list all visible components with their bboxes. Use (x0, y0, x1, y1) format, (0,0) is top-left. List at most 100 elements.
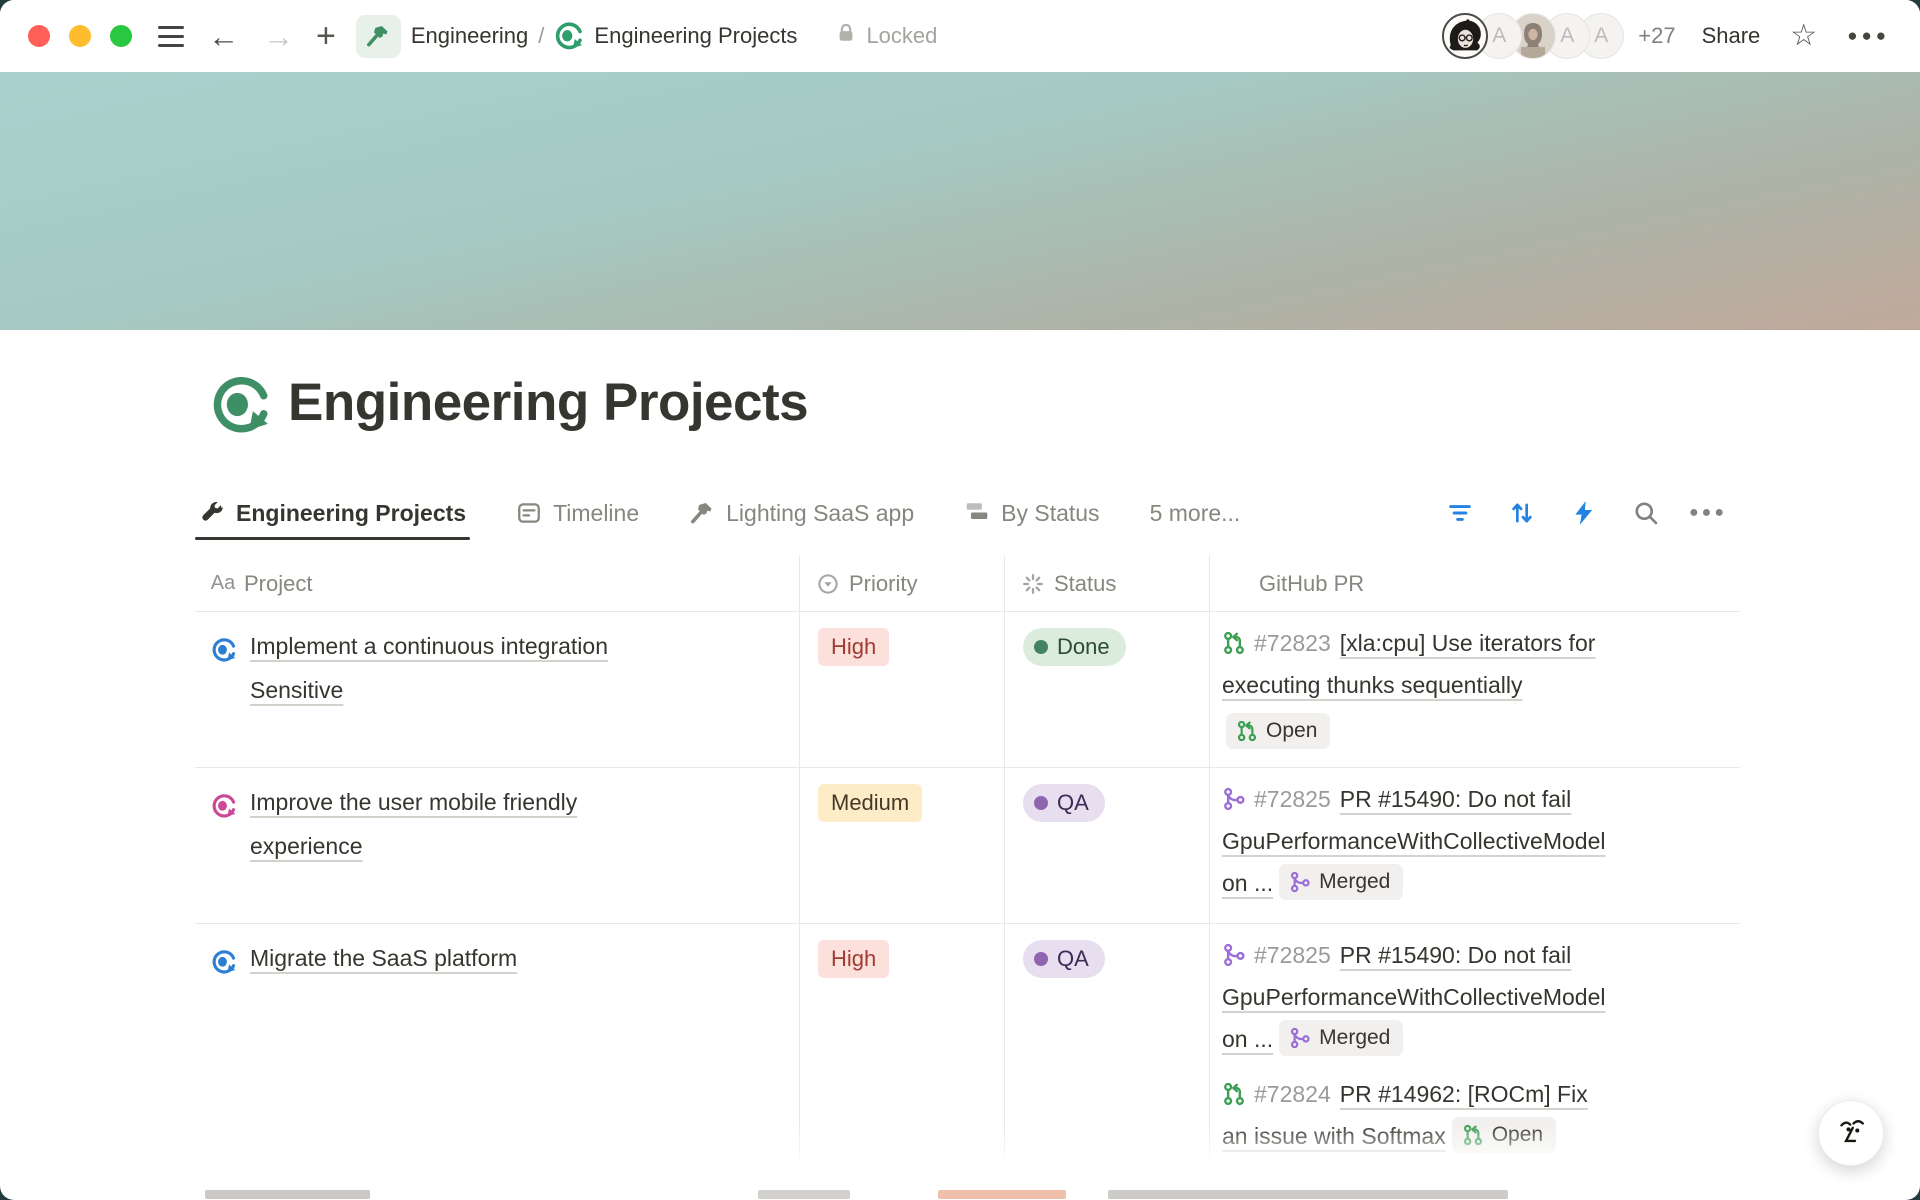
column-header-github-pr[interactable]: GitHub PR (1210, 556, 1740, 611)
minimize-window-button[interactable] (69, 25, 91, 47)
timeline-icon (516, 500, 542, 526)
pull-request-open-icon (1236, 720, 1258, 742)
priority-tag-high: High (818, 940, 889, 978)
breadcrumb-separator: / (538, 23, 544, 49)
back-arrow-icon[interactable]: ← (208, 21, 239, 52)
pr-state-label: Merged (1319, 1023, 1390, 1052)
bottom-fade-overlay (0, 1124, 1920, 1186)
pull-request-merged-icon (1222, 782, 1246, 806)
locked-indicator[interactable]: Locked (835, 21, 937, 51)
pull-request-merged-icon (1289, 1027, 1311, 1049)
code-icon (1226, 572, 1250, 596)
table-header-row: Aa Project PriorityStatus GitHub PR (195, 556, 1740, 612)
status-pill-qa: QA (1023, 940, 1105, 978)
project-cell: Implement a continuous integrationSensit… (195, 612, 800, 767)
pull-request-open-icon (1222, 1077, 1246, 1101)
tab-by-status[interactable]: By Status (960, 486, 1103, 540)
hammer-icon (689, 500, 715, 526)
priority-cell[interactable]: High (800, 612, 1005, 767)
share-button[interactable]: Share (1702, 23, 1761, 49)
close-window-button[interactable] (28, 25, 50, 47)
table-row: Implement a continuous integrationSensit… (195, 612, 1740, 768)
pr-state-label: Open (1266, 716, 1317, 745)
hammer-icon[interactable] (356, 15, 401, 58)
target-arrow-icon (211, 945, 237, 971)
projects-table: Aa Project PriorityStatus GitHub PR Impleme… (195, 556, 1740, 1186)
wrench-icon (199, 500, 225, 526)
forward-arrow-icon: → (263, 21, 294, 52)
tab-label: Lighting SaaS app (726, 500, 914, 527)
tab-lighting-saas-app[interactable]: Lighting SaaS app (685, 486, 918, 540)
text-property-icon: Aa (211, 572, 235, 596)
pr-state-badge[interactable]: Merged (1279, 864, 1403, 899)
page-cover-image[interactable] (0, 72, 1920, 330)
automation-icon[interactable] (1570, 499, 1598, 527)
column-header-status[interactable]: Status (1005, 556, 1210, 611)
column-header-project[interactable]: Aa Project (195, 556, 800, 611)
board-icon (964, 500, 990, 526)
github-pr-cell: #72823[xla:cpu] Use iterators forexecuti… (1210, 612, 1740, 767)
more-view-options-icon[interactable]: ●●● (1694, 499, 1722, 527)
sort-icon[interactable] (1508, 499, 1536, 527)
pr-state-badge[interactable]: Merged (1279, 1020, 1403, 1055)
page-icon-target-arrow[interactable] (210, 374, 272, 436)
clipped-next-row-text (205, 1190, 370, 1199)
breadcrumb-item-engineering[interactable]: Engineering (411, 23, 528, 49)
clipped-next-row-text (758, 1190, 850, 1199)
sidebar-toggle-icon[interactable] (158, 26, 184, 47)
notion-ai-face-icon (1833, 1113, 1869, 1154)
new-page-plus-icon[interactable]: + (316, 19, 336, 53)
pr-link-entry[interactable]: #72825PR #15490: Do not failGpuPerforman… (1222, 934, 1730, 1060)
page-title[interactable]: Engineering Projects (288, 372, 808, 433)
filter-icon[interactable] (1446, 499, 1474, 527)
tab-5-more-[interactable]: 5 more... (1146, 486, 1245, 540)
avatar-overflow-count[interactable]: +27 (1638, 23, 1675, 49)
project-title-link[interactable]: Migrate the SaaS platform (250, 936, 517, 980)
favorite-star-icon[interactable]: ☆ (1790, 21, 1817, 51)
column-label: GitHub PR (1259, 571, 1364, 597)
breadcrumb: Engineering / Engineering Projects (401, 21, 798, 51)
view-toolbar: ●●● (1446, 499, 1740, 527)
project-title-link[interactable]: Improve the user mobile friendlyexperien… (250, 780, 577, 868)
clipped-next-row-text (1108, 1190, 1508, 1199)
pr-number: #72823 (1254, 630, 1331, 656)
collaborator-avatars[interactable]: AAA (1442, 13, 1624, 59)
breadcrumb-item-engineering-projects[interactable]: Engineering Projects (594, 23, 797, 49)
status-label: QA (1057, 944, 1089, 974)
more-options-icon[interactable]: ●●● (1847, 26, 1890, 46)
database-view-tabs: Engineering Projects Timeline Lighting Saa… (195, 486, 1740, 540)
pr-link-entry[interactable]: #72825PR #15490: Do not failGpuPerforman… (1222, 778, 1730, 904)
status-property-icon (1021, 572, 1045, 596)
pr-state-badge[interactable]: Open (1226, 713, 1330, 748)
zoom-window-button[interactable] (110, 25, 132, 47)
project-title-link[interactable]: Implement a continuous integrationSensit… (250, 624, 608, 712)
tab-engineering-projects[interactable]: Engineering Projects (195, 486, 470, 540)
priority-tag-medium: Medium (818, 784, 922, 822)
window-titlebar: ← → + Engineering / Engineering Projects… (0, 0, 1920, 72)
pr-state-line: Open (1226, 711, 1730, 753)
status-cell[interactable]: QA (1005, 768, 1210, 923)
search-icon[interactable] (1632, 499, 1660, 527)
pr-state-label: Merged (1319, 867, 1390, 896)
lock-icon (835, 21, 857, 51)
tab-timeline[interactable]: Timeline (512, 486, 643, 540)
notion-window: ← → + Engineering / Engineering Projects… (0, 0, 1920, 1200)
notion-ai-button[interactable] (1818, 1100, 1884, 1166)
project-cell: Improve the user mobile friendlyexperien… (195, 768, 800, 923)
table-body: Implement a continuous integrationSensit… (195, 612, 1740, 1186)
pull-request-merged-icon (1289, 871, 1311, 893)
status-pill-qa: QA (1023, 784, 1105, 822)
tab-label: 5 more... (1150, 500, 1241, 527)
status-label: Done (1057, 632, 1110, 662)
pr-link-entry[interactable]: #72823[xla:cpu] Use iterators forexecuti… (1222, 622, 1730, 753)
avatar-illustrated[interactable] (1442, 13, 1488, 59)
status-cell[interactable]: Done (1005, 612, 1210, 767)
column-label: Project (244, 571, 312, 597)
status-dot (1034, 952, 1048, 966)
column-header-priority[interactable]: Priority (800, 556, 1005, 611)
table-row: Improve the user mobile friendlyexperien… (195, 768, 1740, 924)
pr-number: #72825 (1254, 786, 1331, 812)
pr-number: #72824 (1254, 1081, 1331, 1107)
locked-label: Locked (866, 23, 937, 49)
priority-cell[interactable]: Medium (800, 768, 1005, 923)
